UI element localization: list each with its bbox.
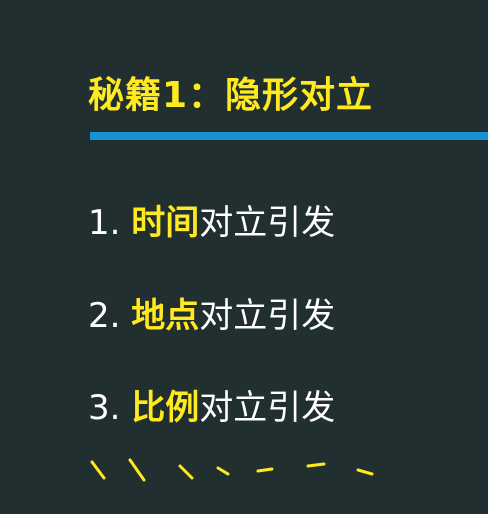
brush-stroke bbox=[256, 467, 274, 473]
brush-stroke bbox=[90, 460, 106, 480]
brush-stroke bbox=[216, 466, 230, 476]
item-highlight: 时间 bbox=[131, 203, 200, 243]
item-text: 对立引发 bbox=[199, 388, 336, 428]
item-text: 对立引发 bbox=[199, 203, 336, 243]
item-text: 对立引发 bbox=[199, 296, 336, 336]
item-number: 2. bbox=[88, 296, 121, 336]
list-item: 1. 时间对立引发 bbox=[88, 195, 335, 244]
item-highlight: 比例 bbox=[131, 388, 200, 428]
brush-stroke bbox=[178, 464, 194, 480]
slide-canvas: 秘籍1：隐形对立 1. 时间对立引发 2. 地点对立引发 3. 比例对立引发 bbox=[0, 0, 488, 514]
item-highlight: 地点 bbox=[131, 296, 200, 336]
brush-strokes-decoration bbox=[90, 458, 374, 482]
item-number: 1. bbox=[88, 203, 121, 243]
brush-stroke bbox=[356, 468, 374, 476]
item-number: 3. bbox=[88, 388, 121, 428]
title-underline bbox=[90, 132, 488, 140]
list-item: 3. 比例对立引发 bbox=[88, 380, 335, 429]
list-item: 2. 地点对立引发 bbox=[88, 288, 335, 337]
brush-stroke bbox=[128, 458, 146, 482]
brush-stroke bbox=[306, 462, 326, 468]
slide-title: 秘籍1：隐形对立 bbox=[88, 75, 374, 116]
